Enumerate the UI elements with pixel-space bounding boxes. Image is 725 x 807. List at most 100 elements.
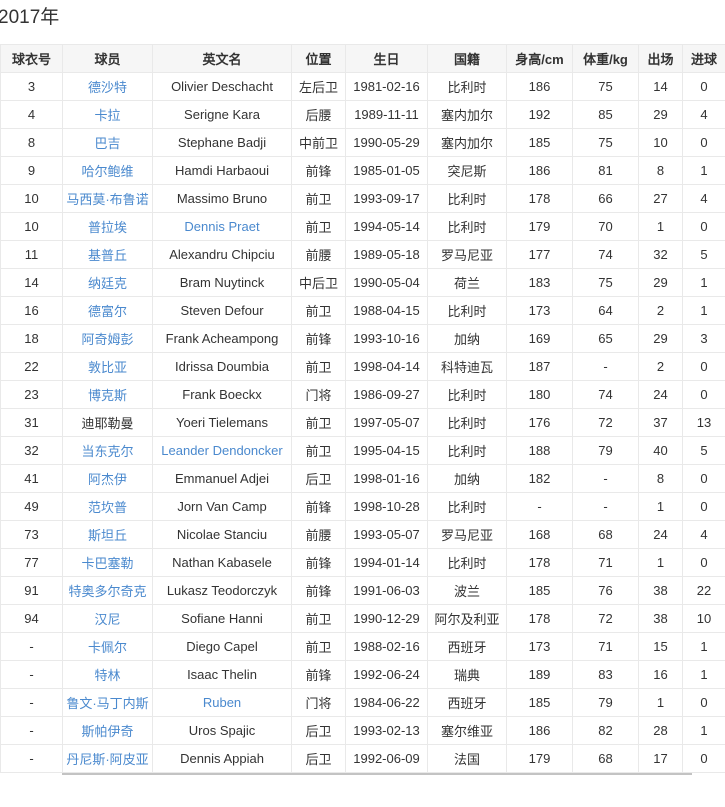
cell-appearances: 29: [639, 101, 683, 129]
cell-appearances: 24: [639, 521, 683, 549]
player-name-link[interactable]: 德富尔: [88, 304, 127, 319]
cell-number: 73: [1, 521, 63, 549]
cell-name_en: Isaac Thelin: [153, 661, 292, 689]
player-name-link[interactable]: 博克斯: [88, 388, 127, 403]
cell-number: 49: [1, 493, 63, 521]
cell-goals: 0: [683, 129, 725, 157]
table-row: 8巴吉Stephane Badji中前卫1990-05-29塞内加尔185751…: [1, 129, 725, 157]
cell-nationality: 比利时: [428, 549, 507, 577]
cell-height: 178: [507, 549, 573, 577]
cell-birthday: 1985-01-05: [346, 157, 428, 185]
header-goals: 进球: [683, 45, 725, 73]
cell-appearances: 17: [639, 745, 683, 773]
player-english-name-link[interactable]: Leander Dendoncker: [161, 443, 282, 458]
table-row: 16德富尔Steven Defour前卫1988-04-15比利时1736421: [1, 297, 725, 325]
cell-number: 91: [1, 577, 63, 605]
cell-weight: 79: [573, 689, 639, 717]
cell-name_cn: 丹尼斯·阿皮亚: [63, 745, 153, 773]
cell-position: 左后卫: [292, 73, 346, 101]
cell-height: 188: [507, 437, 573, 465]
player-name-link[interactable]: 德沙特: [88, 80, 127, 95]
cell-weight: 85: [573, 101, 639, 129]
cell-appearances: 1: [639, 689, 683, 717]
player-english-name-link[interactable]: Dennis Praet: [184, 219, 259, 234]
cell-birthday: 1988-04-15: [346, 297, 428, 325]
cell-goals: 1: [683, 717, 725, 745]
cell-nationality: 比利时: [428, 213, 507, 241]
cell-appearances: 14: [639, 73, 683, 101]
cell-appearances: 38: [639, 605, 683, 633]
cell-name_en: Idrissa Doumbia: [153, 353, 292, 381]
cell-nationality: 比利时: [428, 409, 507, 437]
cell-goals: 4: [683, 521, 725, 549]
table-row: 49范坎普Jorn Van Camp前锋1998-10-28比利时--10: [1, 493, 725, 521]
player-english-name-link[interactable]: Ruben: [203, 695, 241, 710]
player-name-link[interactable]: 当东克尔: [81, 444, 133, 459]
player-name-link[interactable]: 马西莫·布鲁诺: [66, 192, 148, 207]
player-name-link[interactable]: 斯坦丘: [88, 528, 127, 543]
cell-name_cn: 卡巴塞勒: [63, 549, 153, 577]
cell-height: 189: [507, 661, 573, 689]
table-row: 22敦比亚Idrissa Doumbia前卫1998-04-14科特迪瓦187-…: [1, 353, 725, 381]
cell-name_en: Steven Defour: [153, 297, 292, 325]
player-name-link[interactable]: 汉尼: [94, 612, 120, 627]
cell-goals: 0: [683, 549, 725, 577]
cell-name_cn: 敦比亚: [63, 353, 153, 381]
cell-nationality: 突尼斯: [428, 157, 507, 185]
table-row: 14纳廷克Bram Nuytinck中后卫1990-05-04荷兰1837529…: [1, 269, 725, 297]
cell-goals: 1: [683, 269, 725, 297]
cell-number: 94: [1, 605, 63, 633]
cell-name_en: Dennis Praet: [153, 213, 292, 241]
player-name-link[interactable]: 哈尔鲍维: [81, 164, 133, 179]
player-name-link[interactable]: 阿杰伊: [88, 472, 127, 487]
table-row: -丹尼斯·阿皮亚Dennis Appiah后卫1992-06-09法国17968…: [1, 745, 725, 773]
cell-birthday: 1998-10-28: [346, 493, 428, 521]
cell-nationality: 波兰: [428, 577, 507, 605]
player-name-link[interactable]: 卡佩尔: [88, 640, 127, 655]
header-birthday: 生日: [346, 45, 428, 73]
player-name-link[interactable]: 敦比亚: [88, 360, 127, 375]
cell-position: 前卫: [292, 437, 346, 465]
player-name-link[interactable]: 特林: [94, 668, 120, 683]
player-name-link[interactable]: 范坎普: [88, 500, 127, 515]
player-name-link[interactable]: 特奥多尔奇克: [68, 584, 146, 599]
player-name-link[interactable]: 基普丘: [88, 248, 127, 263]
cell-nationality: 罗马尼亚: [428, 521, 507, 549]
cell-birthday: 1988-02-16: [346, 633, 428, 661]
cell-position: 后卫: [292, 745, 346, 773]
cell-number: 41: [1, 465, 63, 493]
player-name-link[interactable]: 鲁文·马丁内斯: [66, 696, 148, 711]
cell-goals: 4: [683, 101, 725, 129]
cell-height: 168: [507, 521, 573, 549]
cell-nationality: 西班牙: [428, 633, 507, 661]
player-name-link[interactable]: 阿奇姆彭: [81, 332, 133, 347]
table-row: 9哈尔鲍维Hamdi Harbaoui前锋1985-01-05突尼斯186818…: [1, 157, 725, 185]
table-row: -斯帕伊奇Uros Spajic后卫1993-02-13塞尔维亚18682281: [1, 717, 725, 745]
cell-weight: 75: [573, 129, 639, 157]
cell-height: 186: [507, 717, 573, 745]
table-row: 18阿奇姆彭Frank Acheampong前锋1993-10-16加纳1696…: [1, 325, 725, 353]
cell-weight: 75: [573, 73, 639, 101]
player-name-link[interactable]: 纳廷克: [88, 276, 127, 291]
cell-goals: 1: [683, 633, 725, 661]
cell-nationality: 塞内加尔: [428, 101, 507, 129]
player-name-link[interactable]: 巴吉: [94, 136, 120, 151]
cell-name_en: Sofiane Hanni: [153, 605, 292, 633]
cell-position: 前卫: [292, 605, 346, 633]
player-name-link[interactable]: 丹尼斯·阿皮亚: [66, 752, 148, 767]
cell-birthday: 1989-11-11: [346, 101, 428, 129]
cell-height: 182: [507, 465, 573, 493]
cell-appearances: 15: [639, 633, 683, 661]
cell-goals: 3: [683, 325, 725, 353]
player-name-link[interactable]: 卡巴塞勒: [81, 556, 133, 571]
player-name-link[interactable]: 斯帕伊奇: [81, 724, 133, 739]
player-name-link[interactable]: 卡拉: [94, 108, 120, 123]
cell-number: 18: [1, 325, 63, 353]
cell-name_cn: 德沙特: [63, 73, 153, 101]
cell-weight: 68: [573, 521, 639, 549]
cell-name_cn: 基普丘: [63, 241, 153, 269]
player-name-link[interactable]: 普拉埃: [88, 220, 127, 235]
cell-number: -: [1, 717, 63, 745]
cell-name_en: Diego Capel: [153, 633, 292, 661]
cell-goals: 13: [683, 409, 725, 437]
